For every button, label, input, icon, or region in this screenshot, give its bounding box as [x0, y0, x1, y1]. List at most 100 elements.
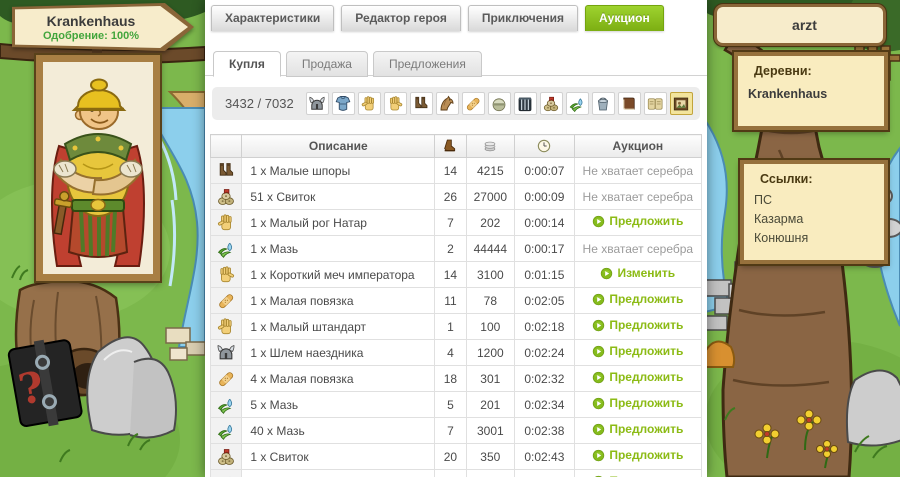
auction-action-label[interactable]: Предложить	[609, 422, 683, 436]
auction-row: 1 х Малый штандарт 1 100 0:02:18 Предлож…	[209, 313, 703, 340]
scroll-bundle-filter-icon[interactable]	[539, 92, 563, 115]
tab-auction[interactable]: Аукцион	[585, 5, 664, 31]
silver-balance-value: 3432 / 7032	[225, 96, 294, 111]
auction-row: 4 х Малая повязка 18 301 0:02:32 Предлож…	[209, 365, 703, 392]
player-name: arzt	[792, 17, 817, 33]
bids-column-header	[434, 134, 467, 158]
auction-action-label[interactable]: Предложить	[609, 370, 683, 384]
bid-arrow-icon	[592, 319, 605, 332]
place-bid-button[interactable]: Предложить	[592, 396, 683, 410]
ointment-icon	[212, 473, 241, 477]
quick-links-list: ПС Казарма Конюшня	[754, 191, 874, 248]
auction-row: 40 х Мазь 7 3001 0:02:38 Предложить	[209, 417, 703, 444]
table-header-row: Описание Аукцион	[209, 134, 703, 158]
item-description: 1 х Короткий меч императора	[241, 261, 436, 288]
subtab-offers[interactable]: Предложения	[372, 51, 482, 77]
bid-arrow-icon	[592, 293, 605, 306]
bid-count: 2	[434, 235, 467, 262]
auction-action-label[interactable]: Предложить	[609, 344, 683, 358]
ointment-filter-icon[interactable]	[565, 92, 589, 115]
auction-action-label[interactable]: Предложить	[609, 396, 683, 410]
auction-row: 1 х Мазь 2 44444 0:00:17 Не хватает сере…	[209, 235, 703, 262]
change-bid-button[interactable]: Изменить	[600, 266, 675, 280]
tab-adventures[interactable]: Приключения	[467, 5, 579, 31]
boots-icon	[212, 161, 241, 181]
cage-filter-icon[interactable]	[513, 92, 537, 115]
time-remaining: 0:02:32	[514, 365, 575, 392]
approval-label: Одобрение: 100%	[43, 29, 139, 42]
auction-row: 1 х Короткий меч императора 14 3100 0:01…	[209, 261, 703, 288]
subtab-sell[interactable]: Продажа	[285, 51, 368, 77]
bid-arrow-icon	[592, 215, 605, 228]
time-remaining: 0:02:38	[514, 417, 575, 444]
place-bid-button[interactable]: Предложить	[592, 292, 683, 306]
village-link-krankenhaus[interactable]: Krankenhaus	[748, 87, 874, 101]
armor-filter-icon[interactable]	[331, 92, 355, 115]
village-sign: Krankenhaus Одобрение: 100%	[12, 3, 194, 51]
subtab-buy[interactable]: Купля	[213, 51, 281, 77]
item-description: 4 х Малая повязка	[241, 365, 436, 392]
bid-count: 20	[434, 443, 467, 470]
current-price: 202	[465, 209, 516, 236]
links-panel: Ссылки: ПС Казарма Конюшня	[738, 158, 890, 266]
auction-table: Описание Аукцион 1 х Малые шпоры 14 4215…	[209, 134, 703, 477]
right-hand-filter-icon[interactable]	[383, 92, 407, 115]
current-price: 100	[465, 313, 516, 340]
bid-count: 14	[434, 261, 467, 288]
bid-count: 4	[434, 339, 467, 366]
auction-action-label[interactable]: Предложить	[609, 318, 683, 332]
place-bid-button[interactable]: Предложить	[592, 344, 683, 358]
tab-hero-editor[interactable]: Редактор героя	[341, 5, 461, 31]
bid-count: 7	[434, 417, 467, 444]
current-price: 27000	[465, 183, 516, 210]
ointment-icon	[212, 239, 241, 259]
item-description: 1 х Малый штандарт	[241, 313, 436, 340]
current-price: 78	[465, 287, 516, 314]
bid-count: 2	[434, 469, 467, 477]
right-hand-icon	[212, 265, 241, 285]
main-tabs: Характеристики Редактор героя Приключения А…	[211, 5, 664, 31]
left-hand-filter-icon[interactable]	[357, 92, 381, 115]
place-bid-button[interactable]: Предложить	[592, 370, 683, 384]
auction-action-label[interactable]: Предложить	[609, 214, 683, 228]
helmet-filter-icon[interactable]	[305, 92, 329, 115]
auction-content-panel: Характеристики Редактор героя Приключения А…	[205, 0, 707, 477]
clock-icon	[536, 138, 552, 153]
time-remaining: 0:00:17	[514, 235, 575, 262]
description-column-header: Описание	[241, 134, 436, 158]
auction-row: 1 х Малый рог Натар 7 202 0:00:14 Предло…	[209, 209, 703, 236]
artwork-filter-icon[interactable]	[669, 92, 693, 115]
salve-filter-icon[interactable]	[487, 92, 511, 115]
auction-action-label[interactable]: Предложить	[609, 448, 683, 462]
scroll-bundle-icon	[212, 187, 241, 207]
item-description: 1 х Свиток	[241, 443, 436, 470]
quick-link-ps[interactable]: ПС	[754, 191, 874, 210]
tablets-filter-icon[interactable]	[643, 92, 667, 115]
quick-link-stable[interactable]: Конюшня	[754, 229, 874, 248]
current-price: 44444	[465, 235, 516, 262]
bid-arrow-icon	[592, 397, 605, 410]
place-bid-button[interactable]: Предложить	[592, 214, 683, 228]
bid-arrow-icon	[592, 345, 605, 358]
boots-filter-icon[interactable]	[409, 92, 433, 115]
current-price: 201	[465, 391, 516, 418]
tab-characteristics[interactable]: Характеристики	[211, 5, 335, 31]
bandage-filter-icon[interactable]	[461, 92, 485, 115]
place-bid-button[interactable]: Предложить	[592, 422, 683, 436]
item-description: 1 х Малый рог Натар	[241, 209, 436, 236]
current-price: 3001	[465, 417, 516, 444]
place-bid-button[interactable]: Предложить	[592, 318, 683, 332]
bucket-filter-icon[interactable]	[591, 92, 615, 115]
bid-count: 7	[434, 209, 467, 236]
auction-action-label[interactable]: Изменить	[617, 266, 675, 280]
auction-action: Не хватает серебра	[583, 190, 694, 204]
place-bid-button[interactable]: Предложить	[592, 448, 683, 462]
book-filter-icon[interactable]	[617, 92, 641, 115]
auction-column-header: Аукцион	[573, 134, 703, 158]
filter-bar: 3432 / 7032	[212, 87, 700, 125]
auction-action-label[interactable]: Предложить	[609, 292, 683, 306]
quick-link-barracks[interactable]: Казарма	[754, 210, 874, 229]
horse-filter-icon[interactable]	[435, 92, 459, 115]
bid-arrow-icon	[592, 371, 605, 384]
hero-portrait[interactable]	[34, 53, 162, 283]
